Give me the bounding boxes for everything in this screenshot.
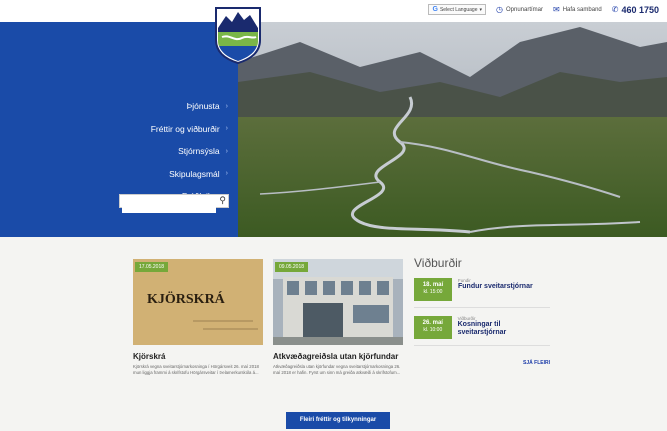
- language-select[interactable]: G Select Language ▾: [428, 4, 486, 15]
- more-news-button[interactable]: Fleiri fréttir og tilkynningar: [286, 412, 390, 429]
- news-card[interactable]: KJÖRSKRÁ 17.05.2018 Kjörskrá Kjörskrá ve…: [133, 259, 263, 376]
- news-excerpt: Atkvæðagreiðsla utan kjörfundar vegna sv…: [273, 364, 401, 375]
- opening-hours-label: Opnunartímar: [505, 6, 544, 13]
- news-title[interactable]: Kjörskrá: [133, 352, 263, 361]
- divider: [414, 345, 550, 346]
- envelope-icon: ✉: [553, 5, 560, 14]
- nav-item-label: Þjónusta: [186, 101, 220, 112]
- news-date-badge: 09.05.2018: [275, 262, 309, 272]
- news-card-image[interactable]: KJÖRSKRÁ 17.05.2018: [133, 259, 263, 345]
- nav-item-thjonusta[interactable]: Þjónusta ›: [151, 95, 228, 118]
- event-day: 18. maí: [422, 282, 444, 288]
- main-nav: Þjónusta › Fréttir og viðburðir › Stjórn…: [151, 95, 228, 208]
- news-excerpt: Kjörskrá vegna sveitarstjórnarkosninga í…: [133, 364, 259, 375]
- phone-link[interactable]: ✆ 460 1750: [612, 5, 659, 15]
- chevron-right-icon: ›: [225, 170, 228, 178]
- top-bar-links: G Select Language ▾ ◷ Opnunartímar ✉ Haf…: [428, 4, 659, 15]
- events-title: Viðburðir: [414, 256, 462, 270]
- events-section: Viðburðir 18. maí kl. 15:00 Fundir Fundu…: [414, 256, 550, 366]
- phone-number: 460 1750: [621, 4, 659, 15]
- search-icon[interactable]: ⚲: [219, 195, 226, 206]
- event-date-badge: 26. maí kl. 10:00: [414, 316, 452, 339]
- news-card-image[interactable]: 09.05.2018: [273, 259, 403, 345]
- contact-link[interactable]: ✉ Hafa samband: [553, 5, 602, 14]
- search-box: ⚲: [119, 194, 229, 213]
- event-item[interactable]: 18. maí kl. 15:00 Fundir Fundur sveitars…: [414, 278, 550, 301]
- news-image-heading: KJÖRSKRÁ: [147, 290, 226, 307]
- coat-of-arms-logo[interactable]: [214, 6, 262, 64]
- nav-item-stjornsysla[interactable]: Stjórnsýsla ›: [151, 140, 228, 163]
- nav-item-frettir[interactable]: Fréttir og viðburðir ›: [151, 118, 228, 141]
- event-name[interactable]: Fundur sveitarstjórnar: [458, 283, 533, 291]
- language-select-label: Select Language: [439, 6, 478, 13]
- chevron-right-icon: ›: [225, 125, 228, 133]
- event-item[interactable]: 26. maí kl. 10:00 Viðburðir Kosningar ti…: [414, 316, 550, 339]
- event-day: 26. maí: [422, 320, 443, 326]
- event-time: kl. 15:00: [423, 289, 443, 295]
- event-time: kl. 10:00: [423, 327, 443, 333]
- google-icon: G: [432, 6, 438, 13]
- nav-item-skipulagsmal[interactable]: Skipulagsmál ›: [151, 163, 228, 186]
- chevron-right-icon: ›: [225, 147, 228, 155]
- news-card[interactable]: 09.05.2018 Atkvæðagreiðsla utan kjörfund…: [273, 259, 403, 376]
- phone-icon: ✆: [611, 5, 619, 14]
- top-bar: G Select Language ▾ ◷ Opnunartímar ✉ Haf…: [0, 0, 667, 22]
- chevron-right-icon: ›: [225, 102, 228, 110]
- chevron-down-icon: ▾: [479, 6, 482, 13]
- nav-item-label: Skipulagsmál: [169, 168, 220, 179]
- divider: [414, 307, 550, 308]
- see-more-link[interactable]: SJÁ FLEIRI: [414, 360, 550, 366]
- nav-item-label: Stjórnsýsla: [178, 146, 220, 157]
- clock-icon: ◷: [496, 5, 503, 14]
- contact-label: Hafa samband: [562, 6, 602, 13]
- news-title[interactable]: Atkvæðagreiðsla utan kjörfundar: [273, 352, 403, 361]
- news-date-badge: 17.05.2018: [135, 262, 169, 272]
- search-input[interactable]: [122, 201, 216, 213]
- event-date-badge: 18. maí kl. 15:00: [414, 278, 452, 301]
- event-name[interactable]: Kosningar til sveitarstjórnar: [458, 321, 550, 337]
- opening-hours-link[interactable]: ◷ Opnunartímar: [496, 5, 543, 14]
- nav-item-label: Fréttir og viðburðir: [150, 123, 220, 134]
